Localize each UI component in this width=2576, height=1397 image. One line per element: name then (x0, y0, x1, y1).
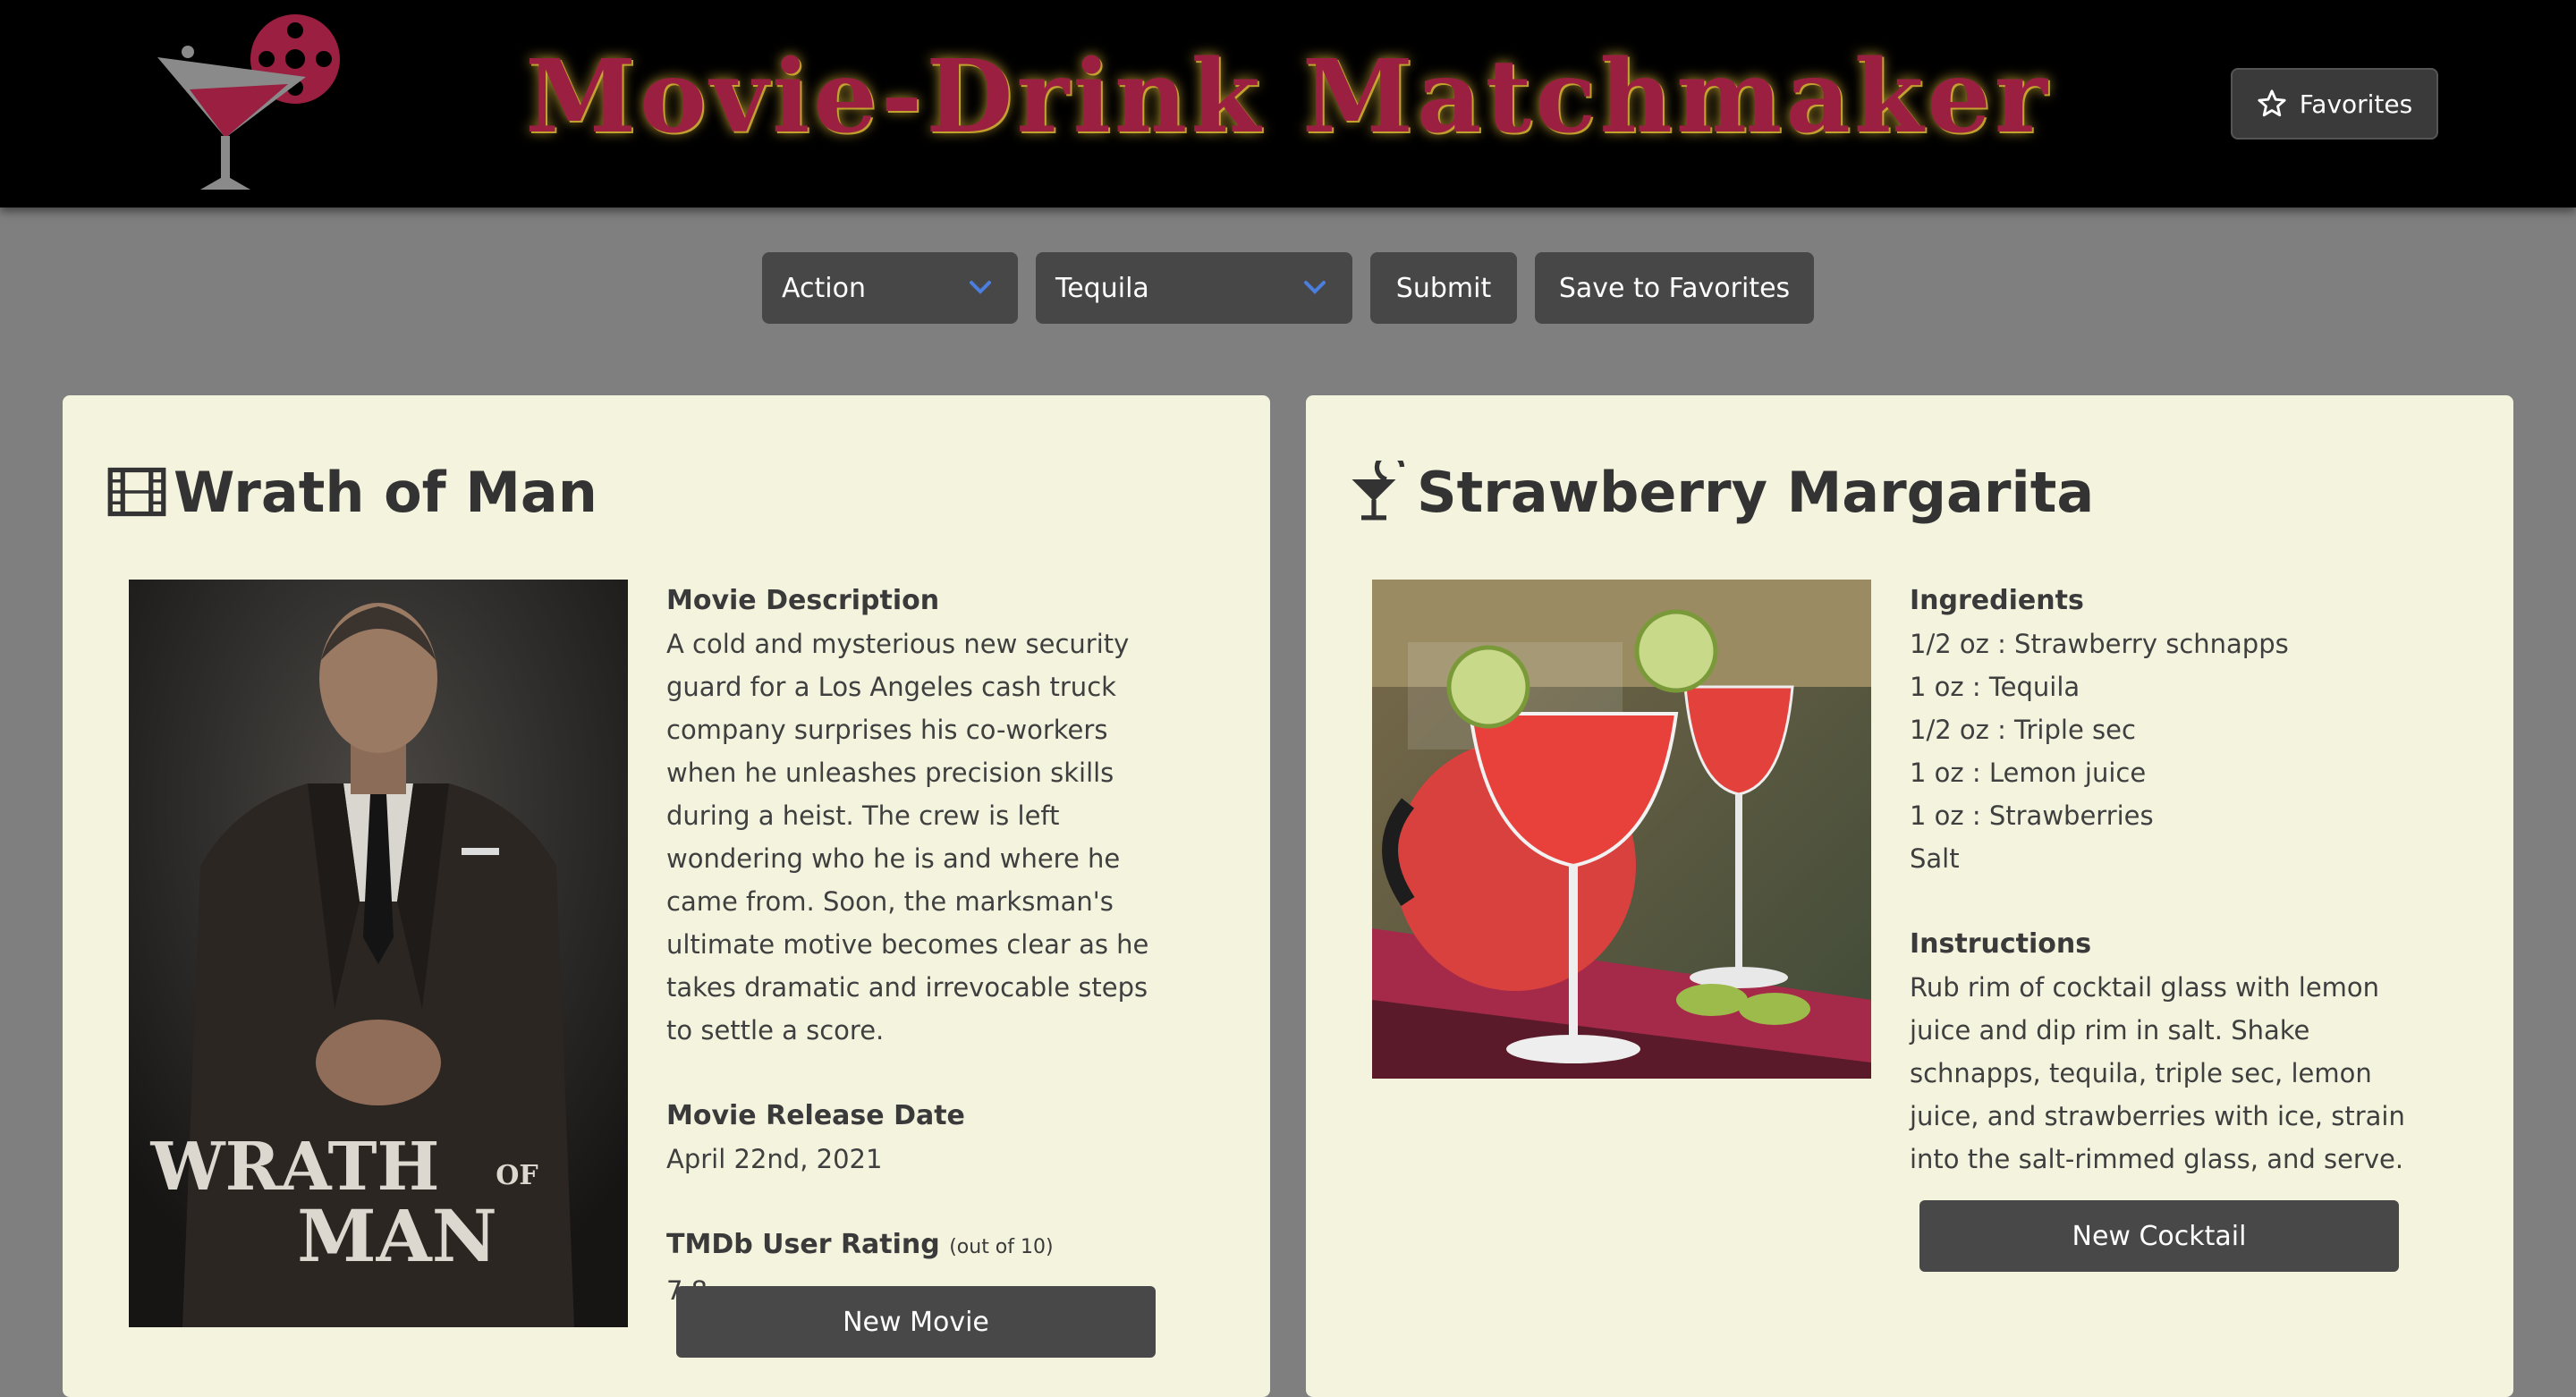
site-title: Movie-Drink Matchmaker (525, 38, 2051, 156)
description-heading: Movie Description (666, 585, 940, 616)
movie-poster: WRATH OF MAN (129, 580, 628, 1327)
submit-button[interactable]: Submit (1370, 252, 1517, 324)
release-date-heading: Movie Release Date (666, 1100, 965, 1131)
film-icon (107, 467, 166, 517)
cocktail-title: Strawberry Margarita (1349, 449, 2094, 535)
movie-description: A cold and mysterious new security guard… (666, 629, 1149, 1046)
new-cocktail-button[interactable]: New Cocktail (1919, 1200, 2399, 1272)
cocktail-info: Ingredients 1/2 oz : Strawberry schnapps… (1910, 580, 2411, 1181)
movie-card: Wrath of Man WRATH OF MAN Movie Descript… (63, 395, 1270, 1397)
poster-title-man: MAN (297, 1194, 497, 1278)
ingredient-item: 1/2 oz : Strawberry schnapps (1910, 629, 2289, 659)
favorites-button[interactable]: Favorites (2231, 68, 2438, 140)
chevron-down-icon (1304, 281, 1326, 294)
ingredient-item: Salt (1910, 843, 1960, 874)
movie-info: Movie Description A cold and mysterious … (666, 580, 1176, 1312)
cocktail-instructions: Rub rim of cocktail glass with lemon jui… (1910, 972, 2405, 1174)
cocktail-title-text: Strawberry Margarita (1417, 459, 2095, 525)
release-date: April 22nd, 2021 (666, 1144, 883, 1174)
cocktail-icon (1352, 461, 1405, 521)
movie-title-text: Wrath of Man (174, 459, 597, 525)
site-header: Movie-Drink Matchmaker Favorites (0, 0, 2576, 207)
movie-title: Wrath of Man (106, 449, 597, 535)
chevron-down-icon (970, 281, 991, 294)
cocktail-card: Strawberry Margarita Ingredients 1/2 oz … (1306, 395, 2513, 1397)
poster-title-of: OF (496, 1160, 538, 1191)
cocktail-image (1372, 580, 1871, 1079)
save-to-favorites-button[interactable]: Save to Favorites (1535, 252, 1814, 324)
new-movie-button[interactable]: New Movie (676, 1286, 1156, 1358)
rating-scale: (out of 10) (949, 1236, 1054, 1258)
ingredient-item: 1/2 oz : Triple sec (1910, 715, 2136, 745)
ingredients-heading: Ingredients (1910, 585, 2084, 616)
spirit-select[interactable]: Tequila (1036, 252, 1352, 324)
genre-select-value: Action (782, 272, 866, 304)
instructions-heading: Instructions (1910, 928, 2092, 960)
genre-select[interactable]: Action (762, 252, 1018, 324)
rating-heading-text: TMDb User Rating (666, 1229, 940, 1260)
ingredient-item: 1 oz : Tequila (1910, 672, 2080, 702)
favorites-label: Favorites (2299, 89, 2413, 119)
martini-film-reel-logo (157, 14, 340, 190)
star-icon (2258, 89, 2286, 117)
spirit-select-value: Tequila (1055, 272, 1149, 304)
rating-heading: TMDb User Rating (out of 10) (666, 1223, 1176, 1269)
ingredient-item: 1 oz : Lemon juice (1910, 758, 2147, 788)
ingredient-item: 1 oz : Strawberries (1910, 800, 2154, 831)
